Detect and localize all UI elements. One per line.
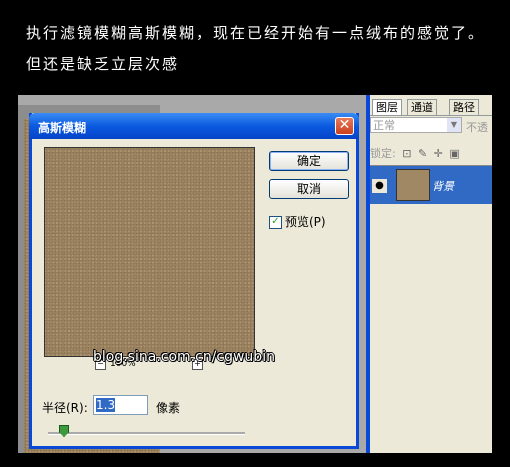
photoshop-screenshot: 高斯模糊 ✕ − 100% + blog.sina.com.cn/cgwubin… (18, 95, 492, 453)
preview-checkbox[interactable]: ✓ 预览(P) (269, 213, 326, 230)
layer-thumbnail (396, 169, 430, 201)
blur-preview[interactable] (44, 147, 255, 357)
chevron-down-icon: ▼ (447, 118, 461, 132)
radius-slider-thumb[interactable] (59, 425, 69, 437)
lock-paint-icon[interactable]: ✎ (418, 147, 427, 160)
radius-label: 半径(R): (42, 401, 88, 415)
layer-row-background[interactable]: ● 背景 (370, 165, 492, 204)
blend-mode-select[interactable]: 正常 ▼ (370, 117, 462, 133)
opacity-label: 不透 (466, 121, 488, 134)
tab-paths[interactable]: 路径 (449, 99, 479, 115)
cancel-button[interactable]: 取消 (269, 179, 349, 199)
radius-value: 1.3 (96, 398, 116, 412)
gaussian-blur-dialog: 高斯模糊 ✕ − 100% + blog.sina.com.cn/cgwubin… (29, 113, 359, 449)
lock-row: 锁定: ⊡ ✎ ✛ ▣ (370, 145, 460, 161)
lock-move-icon[interactable]: ✛ (434, 147, 443, 160)
dialog-titlebar[interactable]: 高斯模糊 ✕ (29, 113, 359, 139)
caption-line-1: 执行滤镜模糊高斯模糊，现在已经开始有一点绒布的感觉了。 (26, 24, 486, 42)
close-button[interactable]: ✕ (335, 117, 354, 135)
blend-mode-value: 正常 (373, 119, 395, 132)
radius-slider-track[interactable] (48, 432, 245, 435)
panel-tabs: 图层 通道 路径 (370, 99, 492, 116)
radius-unit: 像素 (156, 401, 181, 415)
preview-label: 预览(P) (285, 215, 326, 229)
lock-transparency-icon[interactable]: ⊡ (402, 147, 411, 160)
tab-channels[interactable]: 通道 (407, 99, 437, 115)
eye-icon[interactable]: ● (372, 179, 387, 193)
radius-input[interactable]: 1.3 (93, 395, 148, 415)
lock-label: 锁定: (370, 147, 396, 160)
caption-line-2: 但还是缺乏立层次感 (26, 55, 180, 73)
watermark: blog.sina.com.cn/cgwubin (93, 349, 275, 365)
tab-layers[interactable]: 图层 (372, 99, 402, 115)
checkbox-check-icon: ✓ (269, 216, 282, 229)
ok-button[interactable]: 确定 (269, 151, 349, 171)
lock-all-icon[interactable]: ▣ (449, 147, 459, 160)
layer-name: 背景 (432, 180, 454, 193)
layers-panel: 图层 通道 路径 正常 ▼ 不透 锁定: ⊡ ✎ ✛ ▣ ● 背景 (366, 95, 492, 453)
dialog-title: 高斯模糊 (38, 121, 87, 135)
